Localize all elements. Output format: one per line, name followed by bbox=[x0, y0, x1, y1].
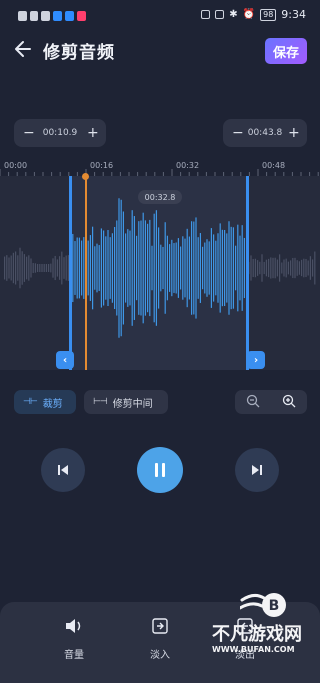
back-arrow-icon[interactable] bbox=[12, 38, 34, 60]
nfc-icon bbox=[201, 10, 211, 19]
status-bar: ✱ ⏰ 98 9:34 bbox=[0, 0, 320, 32]
start-decrease-button[interactable]: − bbox=[23, 125, 35, 141]
fade-in-tool[interactable]: 淡入 bbox=[130, 618, 190, 661]
pause-icon bbox=[155, 463, 165, 477]
current-time-label: 00:32.8 bbox=[138, 190, 182, 204]
trim-mode-label: 裁剪 bbox=[42, 398, 63, 410]
left-trim-handle-line[interactable] bbox=[69, 176, 72, 370]
end-decrease-button[interactable]: − bbox=[232, 125, 244, 141]
trim-icon: ⊣⊢ bbox=[23, 397, 38, 407]
status-icons-right: ✱ ⏰ 98 9:34 bbox=[201, 8, 306, 21]
app-notification-icon bbox=[53, 11, 62, 21]
site-watermark: B 不凡游戏网 WWW.BUFAN.COM bbox=[212, 588, 316, 660]
trim-mode-button[interactable]: ⊣⊢ 裁剪 bbox=[14, 390, 76, 414]
trim-middle-mode-button[interactable]: ⊢⊣ 修剪中间 bbox=[84, 390, 168, 414]
clock: 9:34 bbox=[281, 8, 306, 21]
ruler-ticks bbox=[0, 169, 319, 176]
start-increase-button[interactable]: + bbox=[87, 125, 99, 141]
fade-in-label: 淡入 bbox=[150, 650, 170, 661]
volume-label: 音量 bbox=[64, 650, 84, 661]
end-time-value: 00:43.8 bbox=[247, 128, 283, 138]
fade-in-icon bbox=[152, 618, 168, 634]
left-trim-handle[interactable]: ‹ bbox=[56, 351, 74, 369]
start-time-adjuster: − 00:10.9 + bbox=[14, 119, 106, 147]
watermark-url: WWW.BUFAN.COM bbox=[212, 645, 295, 654]
time-ruler: 00:00 00:16 00:32 00:48 bbox=[0, 158, 320, 176]
right-trim-handle-line[interactable] bbox=[246, 176, 249, 370]
wifi-icon bbox=[41, 11, 50, 21]
pause-button[interactable] bbox=[137, 447, 183, 493]
skip-previous-icon bbox=[58, 465, 68, 475]
volume-icon bbox=[66, 619, 81, 633]
zoom-in-icon[interactable] bbox=[282, 393, 296, 412]
waveform-editor[interactable]: ‹ › 00:32.8 bbox=[0, 173, 320, 370]
trim-middle-icon: ⊢⊣ bbox=[93, 397, 108, 407]
end-increase-button[interactable]: + bbox=[288, 125, 300, 141]
watermark-logo: B bbox=[240, 593, 286, 617]
right-trim-handle[interactable]: › bbox=[247, 351, 265, 369]
playhead-knob[interactable] bbox=[82, 173, 89, 180]
save-button[interactable]: 保存 bbox=[265, 38, 307, 64]
skip-previous-button[interactable] bbox=[41, 448, 85, 492]
watermark-text: 不凡游戏网 bbox=[212, 624, 302, 645]
waveform bbox=[4, 198, 316, 338]
app-notification-icon bbox=[77, 11, 86, 21]
zoom-controls bbox=[235, 390, 307, 414]
volume-tool[interactable]: 音量 bbox=[44, 618, 104, 661]
status-icons-left bbox=[18, 10, 86, 22]
playhead[interactable] bbox=[85, 176, 87, 370]
zoom-out-icon[interactable] bbox=[246, 393, 260, 412]
start-time-value: 00:10.9 bbox=[42, 128, 78, 138]
signal-icon bbox=[30, 11, 38, 21]
skip-next-button[interactable] bbox=[235, 448, 279, 492]
svg-text:B: B bbox=[269, 598, 280, 614]
skip-next-icon bbox=[252, 465, 262, 475]
app-notification-icon bbox=[65, 11, 74, 21]
page-title: 修剪音频 bbox=[43, 43, 115, 63]
bluetooth-icon: ✱ bbox=[229, 9, 238, 20]
vibrate-icon bbox=[215, 10, 225, 19]
hd-icon bbox=[18, 11, 27, 21]
trim-middle-label: 修剪中间 bbox=[112, 398, 153, 410]
alarm-icon: ⏰ bbox=[242, 9, 256, 20]
battery-indicator: 98 bbox=[260, 8, 277, 21]
end-time-adjuster: − 00:43.8 + bbox=[223, 119, 307, 147]
